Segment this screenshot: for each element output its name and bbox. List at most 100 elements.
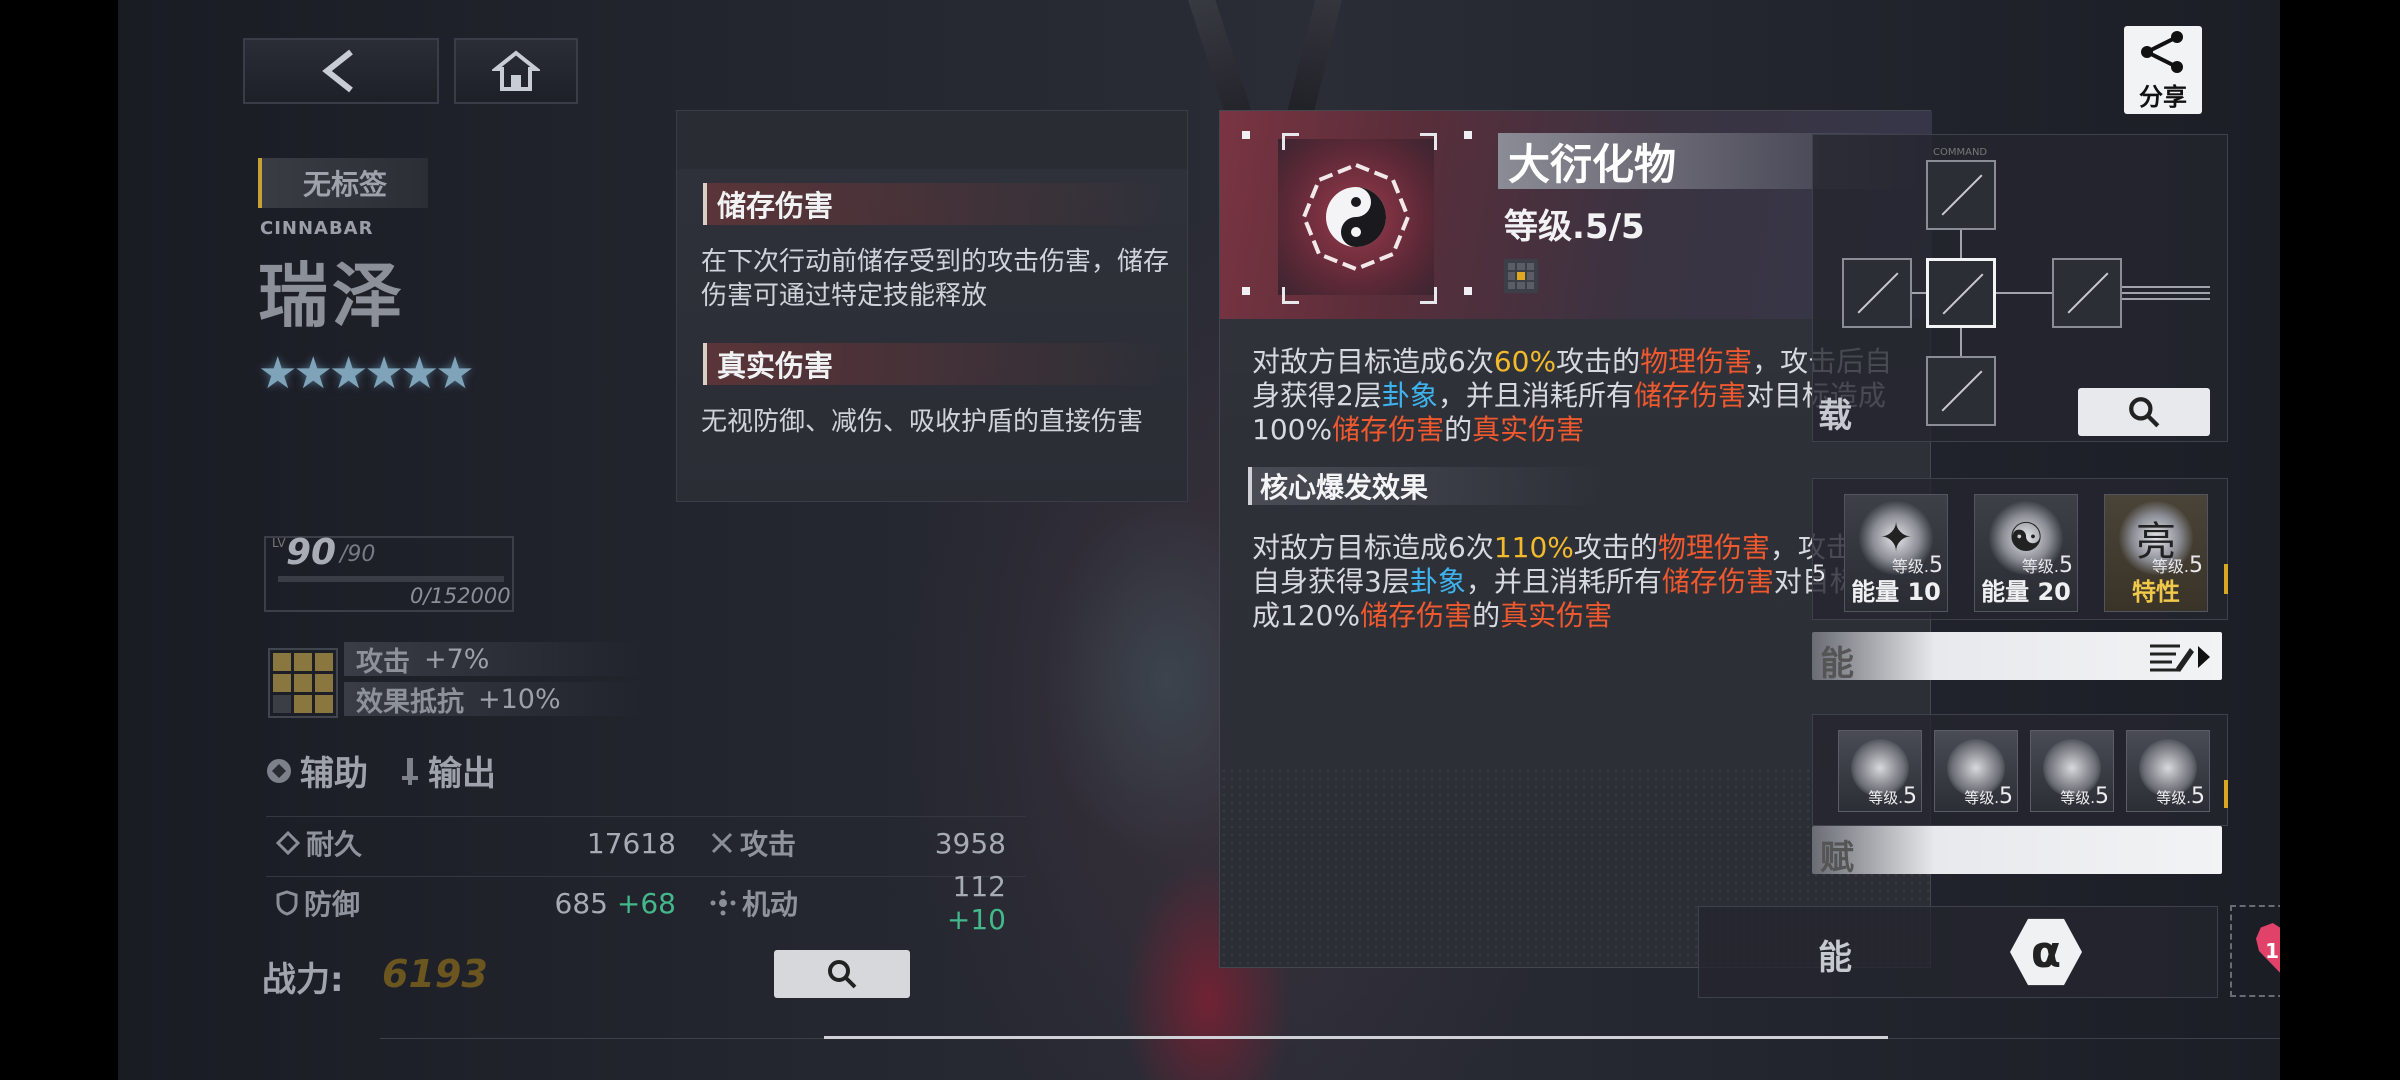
command-node-selected[interactable] (1926, 258, 1996, 328)
trait-chip[interactable]: 亮 等级.5 特性 (2104, 494, 2208, 612)
stat-durability: 耐久 (276, 823, 362, 863)
core-burst-description: 对敌方目标造成6次110%攻击的物理伤害，攻击后自身获得3层卦象，并且消耗所有储… (1252, 531, 1886, 632)
skill-description: 对敌方目标造成6次60%攻击的物理伤害，攻击后自身获得2层卦象，并且消耗所有储存… (1252, 345, 1892, 446)
ability-panel (1698, 906, 2218, 998)
trait-label: 特性 (2132, 578, 2180, 606)
stat-row-1: 耐久 17618 攻击 3958 (266, 816, 1026, 869)
character-tag[interactable]: 无标签 (258, 158, 428, 208)
buff-value: +10% (478, 683, 561, 715)
skill-level: 等级.5/5 (1504, 207, 1645, 247)
search-icon (828, 960, 857, 989)
connector (2122, 286, 2210, 288)
exp-value: 0/152000 (410, 584, 511, 608)
skill-chip[interactable]: ✦ 等级.5 能量 10 (1844, 494, 1948, 612)
durability-icon (276, 831, 300, 855)
lv-prefix: LV (272, 536, 286, 550)
keyword-desc: 无视防御、减伤、吸收护盾的直接伤害 (701, 407, 1144, 437)
frame-corner (1282, 287, 1299, 304)
affection-button[interactable]: 100 (2230, 905, 2280, 997)
home-button[interactable] (454, 38, 578, 104)
command-node[interactable] (1926, 160, 1996, 230)
scroll-marker (2224, 564, 2228, 594)
share-button[interactable]: 分享 (2124, 26, 2202, 114)
stat-mobility: 机动 (710, 883, 798, 923)
skill-chip-selected[interactable]: ☯ 等级.5 能量 20 (1974, 494, 2078, 612)
partial-skill-level: 5 (1812, 562, 1826, 587)
character-name: 瑞泽 (258, 255, 406, 337)
stat-row-2: 防御 685 +68 机动 112 +10 (266, 870, 1026, 936)
talent-slot[interactable]: 等级.5 (2126, 730, 2210, 812)
talents-bar[interactable]: 赋 (1812, 826, 2222, 878)
shield-icon (276, 890, 298, 916)
command-label: COMMAND (1933, 147, 1988, 158)
share-icon (2141, 30, 2183, 73)
back-arrow-icon (322, 49, 353, 93)
buff-attack: 攻击 +7% (344, 642, 644, 678)
buff-resist: 效果抵抗 +10% (344, 682, 644, 718)
stat-defense: 防御 (276, 883, 360, 923)
keyword-title: 真实伤害 (703, 343, 1163, 385)
buff-value: +7% (424, 643, 490, 675)
ability-label: 能 (1818, 938, 1852, 978)
energy-cost: 能量 20 (1981, 578, 2071, 606)
frame-corner (1282, 133, 1299, 150)
command-node[interactable] (1926, 356, 1996, 426)
level-max: /90 (340, 542, 376, 567)
defense-value: 685 +68 (554, 886, 676, 920)
rarity-stars: ★★★★★★ (258, 348, 475, 399)
level-value: 90 (286, 532, 337, 573)
talent-label: 赋 (1820, 838, 1854, 878)
heart-icon: 100 (2256, 923, 2280, 979)
connector (1960, 328, 1962, 356)
buff-label: 效果抵抗 (356, 686, 464, 718)
command-search-button[interactable] (2078, 388, 2210, 436)
home-icon (492, 50, 540, 91)
skills-label: 能 (1820, 644, 1854, 684)
attack-icon (711, 832, 733, 854)
talent-slot[interactable]: 等级.5 (1934, 730, 2018, 812)
taiji-icon (1278, 139, 1434, 295)
power-label: 战力: (262, 960, 344, 1000)
attack-value: 3958 (934, 826, 1006, 860)
keyword-desc: 在下次行动前储存受到的攻击伤害，储存伤害可通过特定技能释放 (701, 247, 1170, 311)
skill-grid-icon (1504, 259, 1538, 293)
skills-bar[interactable]: 能 (1812, 632, 2222, 684)
connector (2122, 292, 2210, 294)
connector (1912, 292, 1926, 294)
role-label: 辅助 (300, 754, 368, 794)
talent-slot[interactable]: 等级.5 (2030, 730, 2114, 812)
durability-value: 17618 (586, 826, 676, 860)
connector (1960, 230, 1962, 258)
equipment-grid-icon[interactable] (268, 648, 338, 718)
role-support: 辅助 (264, 746, 368, 795)
command-node[interactable] (1842, 258, 1912, 328)
character-name-en: CINNABAR (260, 218, 374, 239)
command-node[interactable] (2052, 258, 2122, 328)
core-burst-title: 核心爆发效果 (1248, 467, 1608, 505)
exp-bar (278, 576, 504, 582)
energy-cost: 能量 10 (1851, 578, 1941, 606)
page-slider[interactable] (824, 1036, 1888, 1039)
stats-detail-button[interactable] (774, 950, 910, 998)
keyword-title: 储存伤害 (703, 183, 1163, 225)
tooltip-header (677, 111, 1187, 169)
role-dps: 输出 (398, 746, 496, 795)
search-icon (2129, 397, 2160, 428)
connector (2122, 298, 2210, 300)
power-value: 6193 (382, 952, 488, 996)
role-label: 输出 (428, 754, 496, 794)
sword-icon (402, 757, 418, 785)
edit-arrow-icon (2150, 644, 2210, 672)
talent-slot[interactable]: 等级.5 (1838, 730, 1922, 812)
frame-corner (1420, 287, 1437, 304)
support-icon (267, 758, 291, 783)
mobility-value: 112 +10 (946, 870, 1006, 936)
keyword-tooltip: 储存伤害 在下次行动前储存受到的攻击伤害，储存伤害可通过特定技能释放 真实伤害 … (676, 110, 1188, 502)
back-button[interactable] (243, 38, 439, 104)
share-label: 分享 (2139, 82, 2187, 111)
frame-corner (1420, 133, 1437, 150)
mobility-icon (710, 890, 736, 916)
game-screen: 分享 无标签 CINNABAR 瑞泽 ★★★★★★ LV 90 /90 0/15… (118, 0, 2280, 1080)
buff-label: 攻击 (356, 646, 410, 678)
scroll-marker (2224, 780, 2228, 808)
